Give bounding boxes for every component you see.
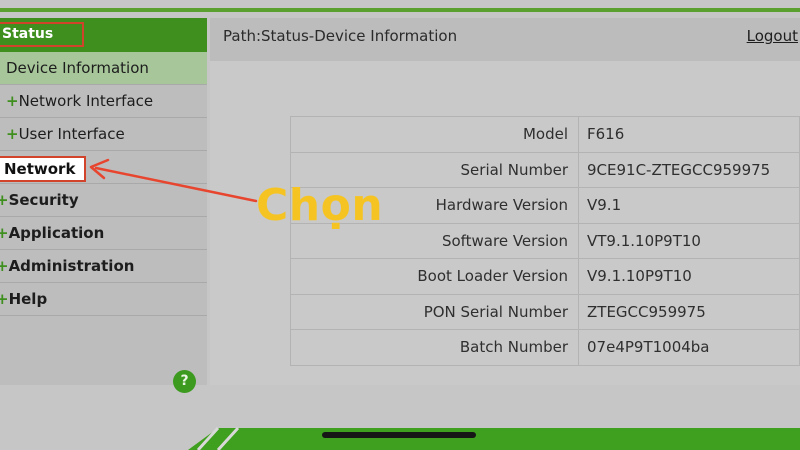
row-value: 07e4P9T1004ba <box>578 329 800 366</box>
annotation-label: Chọn <box>256 180 384 231</box>
sidebar-item-label: User Interface <box>18 125 125 143</box>
bottom-green-bar <box>188 428 800 450</box>
status-header: Status <box>0 18 207 52</box>
breadcrumb: Path:Status-Device Information <box>223 27 458 45</box>
table-row: Model F616 <box>290 116 800 153</box>
sidebar-item-administration[interactable]: +Administration <box>0 250 207 283</box>
plus-icon: + <box>6 125 19 143</box>
top-stripe <box>0 0 800 8</box>
bottom-stripe-lines <box>196 426 240 450</box>
sidebar-item-security[interactable]: +Security <box>0 184 207 217</box>
sidebar-item-user-interface[interactable]: +User Interface <box>0 118 207 151</box>
help-icon-glyph: ? <box>180 373 189 389</box>
path-bar: Path:Status-Device Information Logout <box>210 18 800 61</box>
sidebar-item-label: Administration <box>8 257 135 275</box>
sidebar-item-device-information[interactable]: Device Information <box>0 52 207 85</box>
row-label: Batch Number <box>290 329 579 366</box>
sidebar-item-label: Network Interface <box>18 92 154 110</box>
sidebar-item-label: Help <box>8 290 48 308</box>
top-green-bar <box>0 8 800 12</box>
plus-icon: + <box>0 290 9 308</box>
table-row: PON Serial Number ZTEGCC959975 <box>290 293 800 330</box>
status-label: Status <box>2 26 54 42</box>
sidebar-item-status[interactable]: Status <box>0 22 84 47</box>
row-value: ZTEGCC959975 <box>578 293 800 330</box>
plus-icon: + <box>0 191 9 209</box>
sidebar-item-label: Device Information <box>6 59 149 77</box>
sidebar: Status Device Information +Network Inter… <box>0 18 207 393</box>
row-value: V9.1.10P9T10 <box>578 258 800 295</box>
row-label: Model <box>290 116 579 153</box>
row-label: PON Serial Number <box>290 293 579 330</box>
home-indicator <box>322 432 476 438</box>
plus-icon: + <box>0 257 9 275</box>
sidebar-item-label: Network <box>4 160 76 178</box>
sidebar-item-network[interactable]: Network <box>0 156 86 182</box>
device-info-table: Model F616 Serial Number 9CE91C-ZTEGCC95… <box>290 116 800 366</box>
logout-link[interactable]: Logout <box>747 27 798 45</box>
table-row: Batch Number 07e4P9T1004ba <box>290 329 800 366</box>
row-value: VT9.1.10P9T10 <box>578 222 800 259</box>
row-label: Boot Loader Version <box>290 258 579 295</box>
sidebar-item-label: Application <box>8 224 105 242</box>
sidebar-item-network-interface[interactable]: +Network Interface <box>0 85 207 118</box>
sidebar-item-label: Security <box>8 191 79 209</box>
plus-icon: + <box>6 92 19 110</box>
plus-icon: + <box>0 224 9 242</box>
row-value: F616 <box>578 116 800 153</box>
row-value: 9CE91C-ZTEGCC959975 <box>578 151 800 188</box>
sidebar-item-help[interactable]: +Help <box>0 283 207 316</box>
table-row: Boot Loader Version V9.1.10P9T10 <box>290 258 800 295</box>
help-icon[interactable]: ? <box>173 370 196 393</box>
sidebar-item-application[interactable]: +Application <box>0 217 207 250</box>
row-value: V9.1 <box>578 187 800 224</box>
